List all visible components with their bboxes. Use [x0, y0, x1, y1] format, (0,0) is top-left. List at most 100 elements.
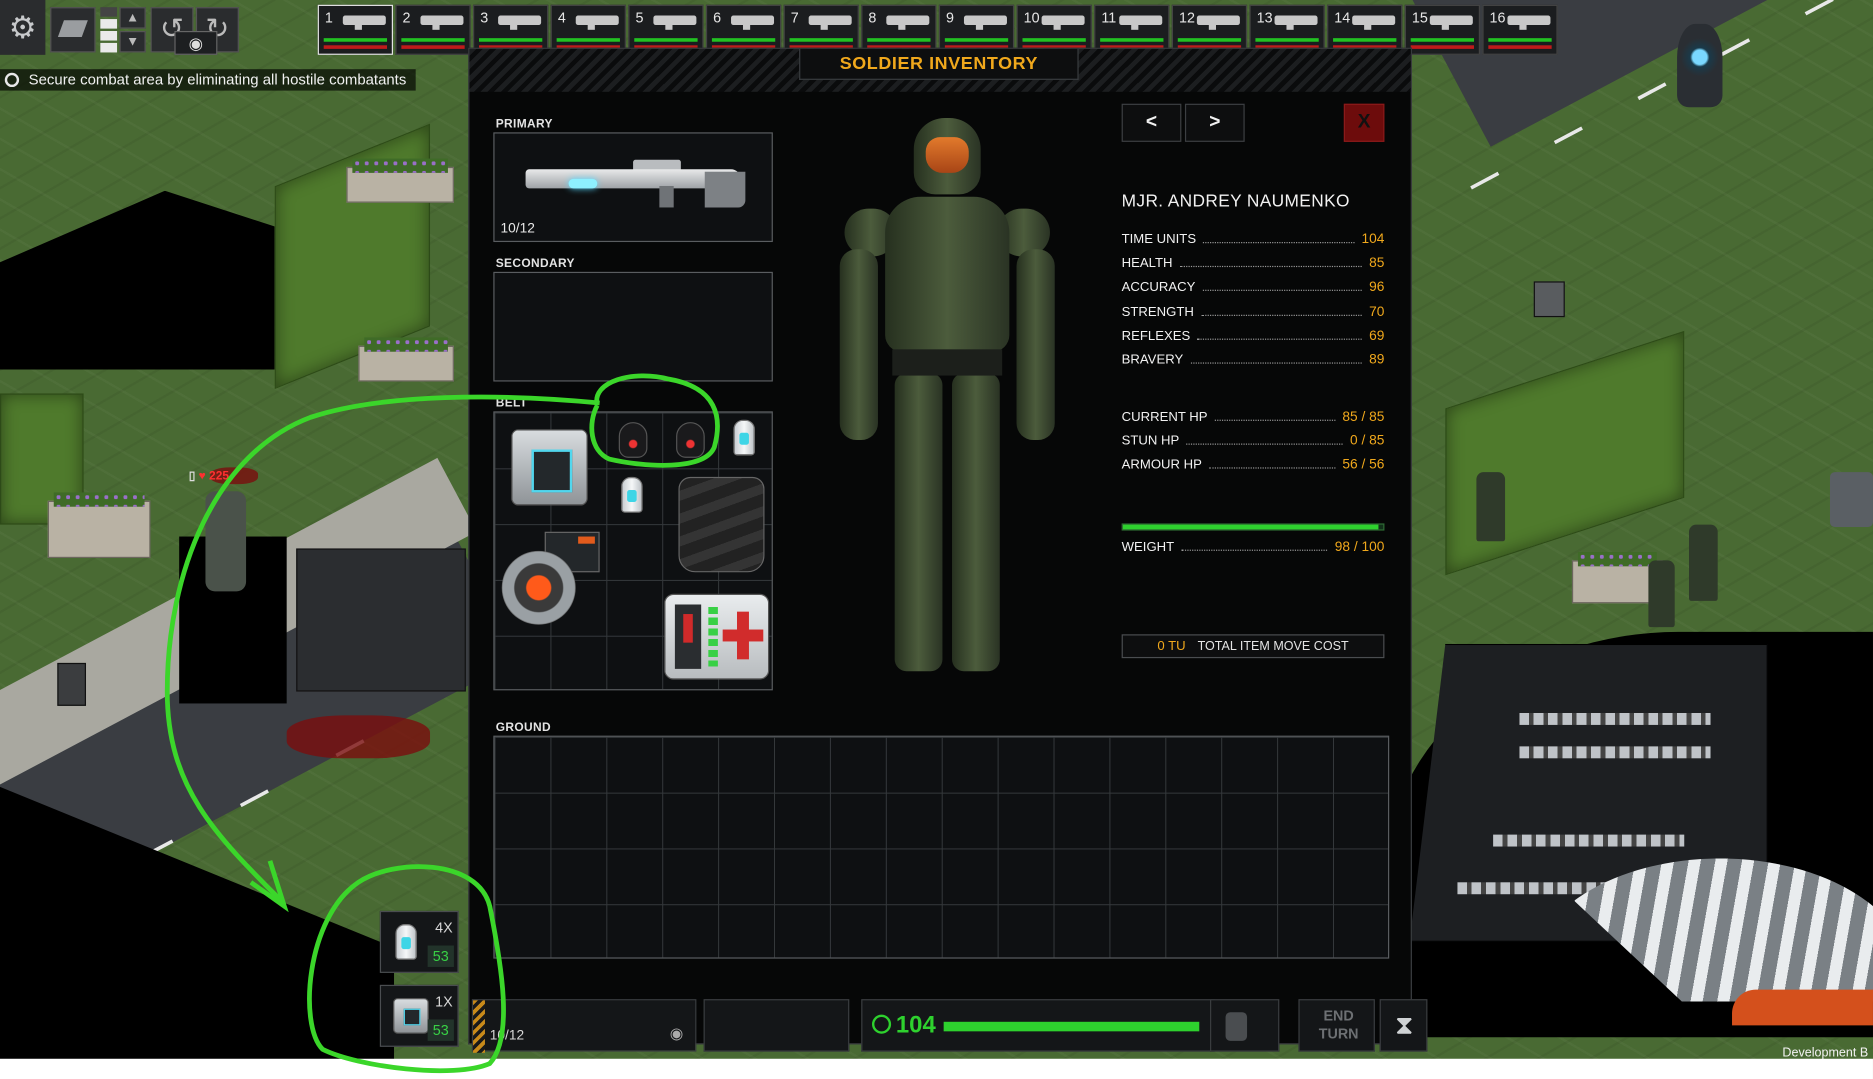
- squad-slot-number: 9: [946, 9, 955, 27]
- rifle-icon: [1507, 15, 1551, 30]
- rifle-icon: [731, 15, 775, 30]
- medkit-item[interactable]: [664, 593, 770, 680]
- soldier-name: MJR. ANDREY NAUMENKO: [1121, 191, 1350, 212]
- red-grenade-item[interactable]: [676, 422, 705, 458]
- squad-slot-number: 15: [1411, 9, 1428, 27]
- squad-soldier[interactable]: [1689, 524, 1718, 601]
- level-up-button[interactable]: ▲: [119, 7, 146, 29]
- enemy-hp-tag: ▯ ♥ 225: [189, 470, 229, 483]
- arena-trim: [1732, 989, 1873, 1026]
- stat-row: TIME UNITS 104: [1122, 230, 1385, 247]
- active-weapon-slot[interactable]: 10/12 ◉: [471, 999, 697, 1053]
- active-weapon-ammo: 10/12: [489, 1028, 525, 1044]
- time-units-bar: [943, 1021, 1200, 1032]
- blood-splatter: [286, 715, 431, 759]
- squad-slot-15[interactable]: 15: [1404, 4, 1480, 55]
- parked-bus: [296, 548, 466, 692]
- squad-health-bar: [711, 38, 776, 42]
- squad-health-bar: [1177, 38, 1242, 42]
- belt-grid[interactable]: [493, 411, 773, 691]
- flower-planter: [358, 337, 454, 382]
- dialog-title-tab: SOLDIER INVENTORY: [799, 48, 1079, 80]
- end-turn-button[interactable]: END TURN: [1298, 999, 1375, 1052]
- kneel-icon: [1225, 1012, 1248, 1041]
- belt-label: BELT: [495, 397, 528, 411]
- squad-slot-number: 1: [324, 9, 333, 27]
- time-units-value: 104: [895, 1012, 936, 1039]
- smoke-canister-item[interactable]: [621, 476, 643, 513]
- enemy-hp-value: 225: [209, 469, 229, 483]
- weapon-slot-stripe: [473, 1000, 485, 1053]
- stat-row: REFLEXES 69: [1122, 326, 1385, 343]
- rifle-icon: [1041, 15, 1085, 30]
- rifle-icon: [1119, 15, 1163, 30]
- squad-slot-16[interactable]: 16: [1482, 4, 1558, 55]
- map-level-button[interactable]: [50, 7, 96, 53]
- secondary-action-slot[interactable]: [703, 999, 850, 1052]
- dialog-title: SOLDIER INVENTORY: [839, 53, 1039, 74]
- squad-slot-number: 3: [480, 9, 489, 27]
- weight-bar: [1121, 523, 1385, 531]
- turret-unit[interactable]: [1829, 472, 1873, 527]
- visibility-toggle[interactable]: ◉: [174, 30, 218, 55]
- rifle-icon: [1274, 15, 1318, 30]
- hp-row: STUN HP 0 / 85: [1121, 432, 1385, 449]
- stat-label: STRENGTH: [1121, 304, 1194, 320]
- level-down-button[interactable]: ▼: [119, 30, 146, 53]
- hp-row: ARMOUR HP 56 / 56: [1122, 456, 1385, 472]
- smoke-canister-item[interactable]: [733, 419, 755, 456]
- armor-plate-item[interactable]: [678, 476, 765, 573]
- squad-health-bar: [1410, 38, 1475, 42]
- squad-slot-number: 14: [1334, 9, 1351, 27]
- motion-scanner-item[interactable]: [497, 529, 600, 629]
- secondary-weapon-slot[interactable]: [493, 271, 773, 382]
- chevron-down-icon: ▼: [126, 34, 140, 49]
- objective-checkbox-icon: [4, 72, 20, 88]
- previous-soldier-button[interactable]: <: [1121, 103, 1182, 142]
- squad-soldier[interactable]: [1476, 472, 1506, 542]
- wait-button[interactable]: ⧗: [1379, 999, 1428, 1052]
- squad-health-bar: [789, 38, 853, 42]
- kneel-button[interactable]: [1210, 999, 1280, 1052]
- squad-slot-number: 13: [1256, 9, 1273, 27]
- next-soldier-button[interactable]: >: [1184, 103, 1245, 142]
- weight-value: 98 / 100: [1334, 540, 1385, 555]
- squad-health-bar: [478, 38, 543, 42]
- arena-seats: [1493, 834, 1685, 847]
- red-grenade-item[interactable]: [618, 422, 648, 458]
- squad-health-bar: [401, 38, 465, 42]
- stat-value: 104: [1361, 232, 1385, 247]
- ground-label: GROUND: [495, 721, 551, 735]
- squad-soldier[interactable]: [1648, 560, 1675, 628]
- quick-slot-count: 1X: [435, 993, 453, 1010]
- squad-tu-bar: [1410, 45, 1475, 49]
- squad-health-bar: [867, 38, 931, 42]
- hp-row: CURRENT HP 85 / 85: [1121, 408, 1385, 425]
- quick-slot-mine[interactable]: 1X 53: [379, 984, 459, 1047]
- hp-label: STUN HP: [1121, 434, 1180, 449]
- item-move-cost: 0 TU TOTAL ITEM MOVE COST: [1121, 634, 1385, 659]
- plasma-rifle-item[interactable]: [525, 155, 751, 212]
- squad-slot-1[interactable]: 1: [317, 4, 393, 55]
- quick-slot-smoke[interactable]: 4X 53: [379, 910, 459, 973]
- proximity-mine-item[interactable]: [511, 429, 588, 506]
- hp-label: CURRENT HP: [1121, 410, 1208, 425]
- close-button[interactable]: X: [1343, 103, 1385, 142]
- stat-value: 70: [1369, 304, 1385, 320]
- gear-icon: ⚙: [8, 9, 37, 46]
- smoke-canister-icon: [395, 924, 417, 960]
- squad-slot-2[interactable]: 2: [395, 4, 471, 55]
- game-screen: ▯ ♥ 225 ⚙ ▲ ▼ ↺ ↻ ◉ 1 2 3 4 5 6 7 8 9 10 11 12 13 14 1…: [0, 0, 1873, 1079]
- stat-row: BRAVERY 89: [1122, 351, 1385, 367]
- flower-planter: [346, 158, 454, 203]
- hostile-alien[interactable]: [205, 491, 247, 592]
- squad-tu-bar: [1488, 45, 1552, 49]
- ground-grid[interactable]: [493, 735, 1390, 959]
- enemy-shield-icon: ▯: [188, 469, 196, 483]
- primary-weapon-slot[interactable]: 10/12: [493, 132, 773, 243]
- aim-eye-icon: ◉: [669, 1024, 684, 1043]
- rifle-icon: [1429, 15, 1473, 30]
- squad-slot-number: 12: [1178, 9, 1195, 27]
- mission-objective: Secure combat area by eliminating all ho…: [0, 69, 416, 91]
- settings-button[interactable]: ⚙: [0, 0, 46, 55]
